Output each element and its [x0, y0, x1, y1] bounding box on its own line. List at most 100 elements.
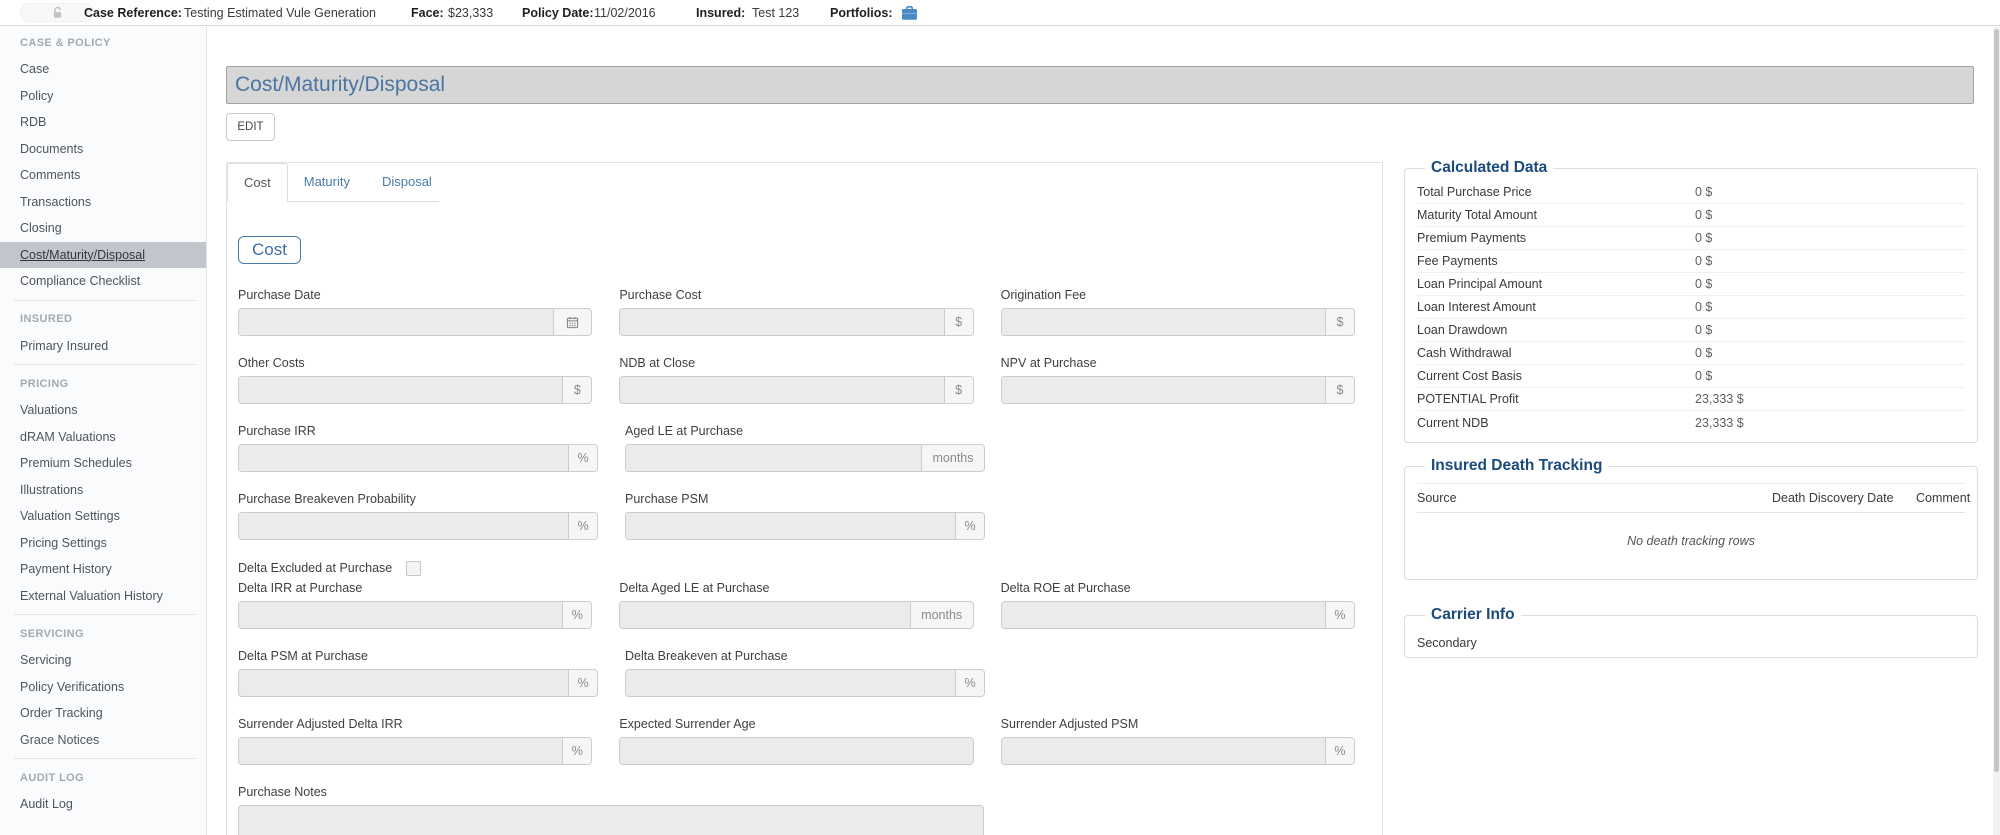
calc-row-total-purchase-price: Total Purchase Price0 $	[1417, 181, 1965, 204]
column-comment: Comment	[1916, 491, 1965, 505]
calc-row-maturity-total-amount: Maturity Total Amount0 $	[1417, 204, 1965, 227]
input-group-purchase-cost: $	[619, 308, 973, 336]
edit-button[interactable]: EDIT	[226, 113, 275, 141]
form-row: Purchase IRR%Aged LE at Purchasemonths	[238, 424, 1382, 472]
tab-strip: Cost Maturity Disposal	[227, 163, 439, 202]
addon-months: months	[910, 602, 973, 628]
calc-label: Total Purchase Price	[1417, 185, 1695, 199]
sidebar-item-transactions[interactable]: Transactions	[0, 189, 206, 216]
checkbox-delta-excluded-at-purchase[interactable]	[406, 561, 421, 576]
cost-section-badge: Cost	[238, 236, 301, 264]
addon-dollar: $	[1325, 309, 1354, 335]
sidebar-item-rdb[interactable]: RDB	[0, 109, 206, 136]
field-surrender-adjusted-delta-irr: Surrender Adjusted Delta IRR%	[238, 717, 592, 765]
sidebar-item-illustrations[interactable]: Illustrations	[0, 477, 206, 504]
field-npv-at-purchase: NPV at Purchase $	[1001, 356, 1355, 404]
scrollbar[interactable]	[1993, 27, 2000, 835]
sidebar-section-audit-log: AUDIT LOGAudit Log	[14, 758, 196, 818]
calc-value: 0 $	[1695, 346, 1712, 360]
sidebar-item-payment-history[interactable]: Payment History	[0, 556, 206, 583]
calc-row-loan-principal-amount: Loan Principal Amount0 $	[1417, 273, 1965, 296]
input-group-expected-surrender-age	[619, 737, 973, 765]
sidebar-item-dram-valuations[interactable]: dRAM Valuations	[0, 424, 206, 451]
sidebar-section-insured: INSUREDPrimary Insured	[14, 300, 196, 360]
input-ndb-at-close[interactable]	[620, 377, 943, 403]
field-label-delta-psm-at-purchase: Delta PSM at Purchase	[238, 649, 598, 664]
addon-dollar: $	[1325, 377, 1354, 403]
sidebar-item-premium-schedules[interactable]: Premium Schedules	[0, 450, 206, 477]
checkbox-row: Delta Excluded at Purchase	[238, 560, 1382, 576]
input-delta-psm-at-purchase[interactable]	[239, 670, 568, 696]
field-label-surrender-adjusted-psm: Surrender Adjusted PSM	[1001, 717, 1355, 732]
sidebar-item-compliance-checklist[interactable]: Compliance Checklist	[0, 268, 206, 295]
input-delta-aged-le-at-purchase[interactable]	[620, 602, 909, 628]
field-purchase-date: Purchase Date	[238, 288, 592, 336]
input-purchase-cost[interactable]	[620, 309, 943, 335]
input-purchase-breakeven-probability[interactable]	[239, 513, 568, 539]
death-tracking-panel: Insured Death Tracking SourceDeath Disco…	[1404, 457, 1978, 580]
column-source: Source	[1417, 491, 1772, 505]
field-label-delta-roe-at-purchase: Delta ROE at Purchase	[1001, 581, 1355, 596]
tab-disposal[interactable]: Disposal	[366, 163, 448, 201]
input-group-surrender-adjusted-delta-irr: %	[238, 737, 592, 765]
sidebar-item-documents[interactable]: Documents	[0, 136, 206, 163]
form-row: Delta PSM at Purchase%Delta Breakeven at…	[238, 649, 1382, 697]
sidebar-item-valuations[interactable]: Valuations	[0, 397, 206, 424]
policy-date-value: 11/02/2016	[594, 0, 656, 26]
sidebar-item-servicing[interactable]: Servicing	[0, 647, 206, 674]
sidebar-item-policy-verifications[interactable]: Policy Verifications	[0, 674, 206, 701]
input-delta-irr-at-purchase[interactable]	[239, 602, 562, 628]
input-surrender-adjusted-psm[interactable]	[1002, 738, 1325, 764]
input-aged-le-at-purchase[interactable]	[626, 445, 921, 471]
sidebar-item-policy[interactable]: Policy	[0, 83, 206, 110]
input-delta-roe-at-purchase[interactable]	[1002, 602, 1325, 628]
calc-value: 0 $	[1695, 300, 1712, 314]
topbar: Case Reference: Testing Estimated Vule G…	[0, 0, 2000, 26]
sidebar-item-audit-log[interactable]: Audit Log	[0, 791, 206, 818]
sidebar-item-valuation-settings[interactable]: Valuation Settings	[0, 503, 206, 530]
calc-label: Current NDB	[1417, 416, 1695, 430]
sidebar-section-servicing: SERVICINGServicingPolicy VerificationsOr…	[14, 614, 196, 753]
calc-label: Loan Drawdown	[1417, 323, 1695, 337]
calendar-icon[interactable]	[553, 309, 591, 335]
calc-value: 0 $	[1695, 254, 1712, 268]
sidebar-item-order-tracking[interactable]: Order Tracking	[0, 700, 206, 727]
input-purchase-date[interactable]	[239, 309, 553, 335]
input-purchase-irr[interactable]	[239, 445, 568, 471]
sidebar-header-insured: INSURED	[0, 306, 206, 333]
sidebar-item-cost-maturity-disposal[interactable]: Cost/Maturity/Disposal	[0, 242, 206, 269]
page-title: Cost/Maturity/Disposal	[226, 66, 1974, 104]
tab-maturity[interactable]: Maturity	[288, 163, 366, 201]
lock-button[interactable]	[20, 3, 94, 22]
sidebar-item-grace-notices[interactable]: Grace Notices	[0, 727, 206, 754]
sidebar-item-comments[interactable]: Comments	[0, 162, 206, 189]
field-surrender-adjusted-psm: Surrender Adjusted PSM%	[1001, 717, 1355, 765]
sidebar-item-primary-insured[interactable]: Primary Insured	[0, 333, 206, 360]
field-expected-surrender-age: Expected Surrender Age	[619, 717, 973, 765]
portfolio-briefcase-icon[interactable]	[901, 5, 918, 26]
sidebar-item-closing[interactable]: Closing	[0, 215, 206, 242]
input-other-costs[interactable]	[239, 377, 562, 403]
calc-value: 0 $	[1695, 185, 1712, 199]
sidebar-item-case[interactable]: Case	[0, 56, 206, 83]
input-delta-breakeven-at-purchase[interactable]	[626, 670, 955, 696]
sidebar-header-pricing: PRICING	[0, 370, 206, 397]
input-surrender-adjusted-delta-irr[interactable]	[239, 738, 562, 764]
scrollbar-thumb[interactable]	[1994, 29, 1999, 772]
sidebar-item-external-valuation-history[interactable]: External Valuation History	[0, 583, 206, 610]
field-label-purchase-irr: Purchase IRR	[238, 424, 598, 439]
input-purchase-psm[interactable]	[626, 513, 955, 539]
input-expected-surrender-age[interactable]	[620, 738, 972, 764]
input-npv-at-purchase[interactable]	[1002, 377, 1325, 403]
addon-dollar: $	[944, 377, 973, 403]
main-content: Cost/Maturity/Disposal EDIT Cost Maturit…	[208, 27, 2000, 835]
input-origination-fee[interactable]	[1002, 309, 1325, 335]
tab-cost[interactable]: Cost	[227, 163, 288, 202]
calc-value: 23,333 $	[1695, 392, 1744, 406]
sidebar-item-pricing-settings[interactable]: Pricing Settings	[0, 530, 206, 557]
death-tracking-header: SourceDeath Discovery DateComment	[1417, 483, 1965, 513]
textarea-purchase-notes[interactable]	[238, 805, 984, 835]
field-label-npv-at-purchase: NPV at Purchase	[1001, 356, 1355, 371]
addon-months: months	[921, 445, 984, 471]
app-root: Case Reference: Testing Estimated Vule G…	[0, 0, 2000, 835]
